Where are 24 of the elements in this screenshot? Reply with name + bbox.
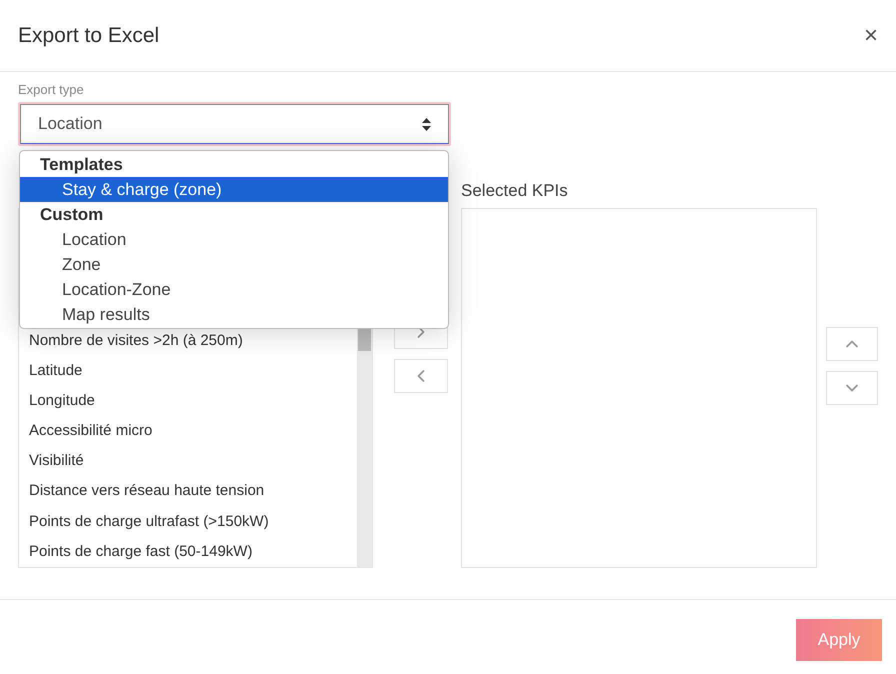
kpi-list-item[interactable]: Accessibilité micro: [29, 416, 357, 446]
kpi-list-item[interactable]: Points de charge fast (50-149kW): [29, 536, 357, 567]
kpi-list-item[interactable]: Nombre de visites >2h (à 250m): [29, 326, 357, 356]
selected-kpis-title: Selected KPIs: [461, 180, 569, 202]
option-group-label: Custom: [39, 204, 104, 226]
kpi-list-item[interactable]: Visibilité: [29, 446, 357, 477]
kpi-list-item[interactable]: Latitude: [29, 356, 357, 386]
move-down-button[interactable]: [826, 371, 878, 405]
dropdown-option[interactable]: Location-Zone: [20, 277, 448, 302]
kpi-list-item[interactable]: Points de charge ultrafast (>150kW): [29, 506, 357, 537]
close-button[interactable]: ×: [864, 24, 878, 48]
kpi-list-item[interactable]: Distance vers réseau haute tension: [29, 476, 357, 507]
dialog-title: Export to Excel: [18, 22, 160, 49]
option-group-label: Templates: [39, 154, 124, 176]
move-left-button[interactable]: [394, 359, 448, 393]
dropdown-option[interactable]: Zone: [20, 252, 448, 277]
dropdown-option[interactable]: Map results: [20, 302, 448, 327]
dropdown-option[interactable]: Stay & charge (zone): [20, 177, 448, 202]
export-type-select[interactable]: Location: [20, 104, 449, 144]
dropdown-option[interactable]: Location: [20, 227, 448, 252]
sort-arrows-icon: [422, 118, 431, 130]
field-label: Export type: [18, 81, 85, 99]
move-up-button[interactable]: [826, 327, 878, 361]
kpi-list-item[interactable]: Longitude: [29, 386, 357, 416]
